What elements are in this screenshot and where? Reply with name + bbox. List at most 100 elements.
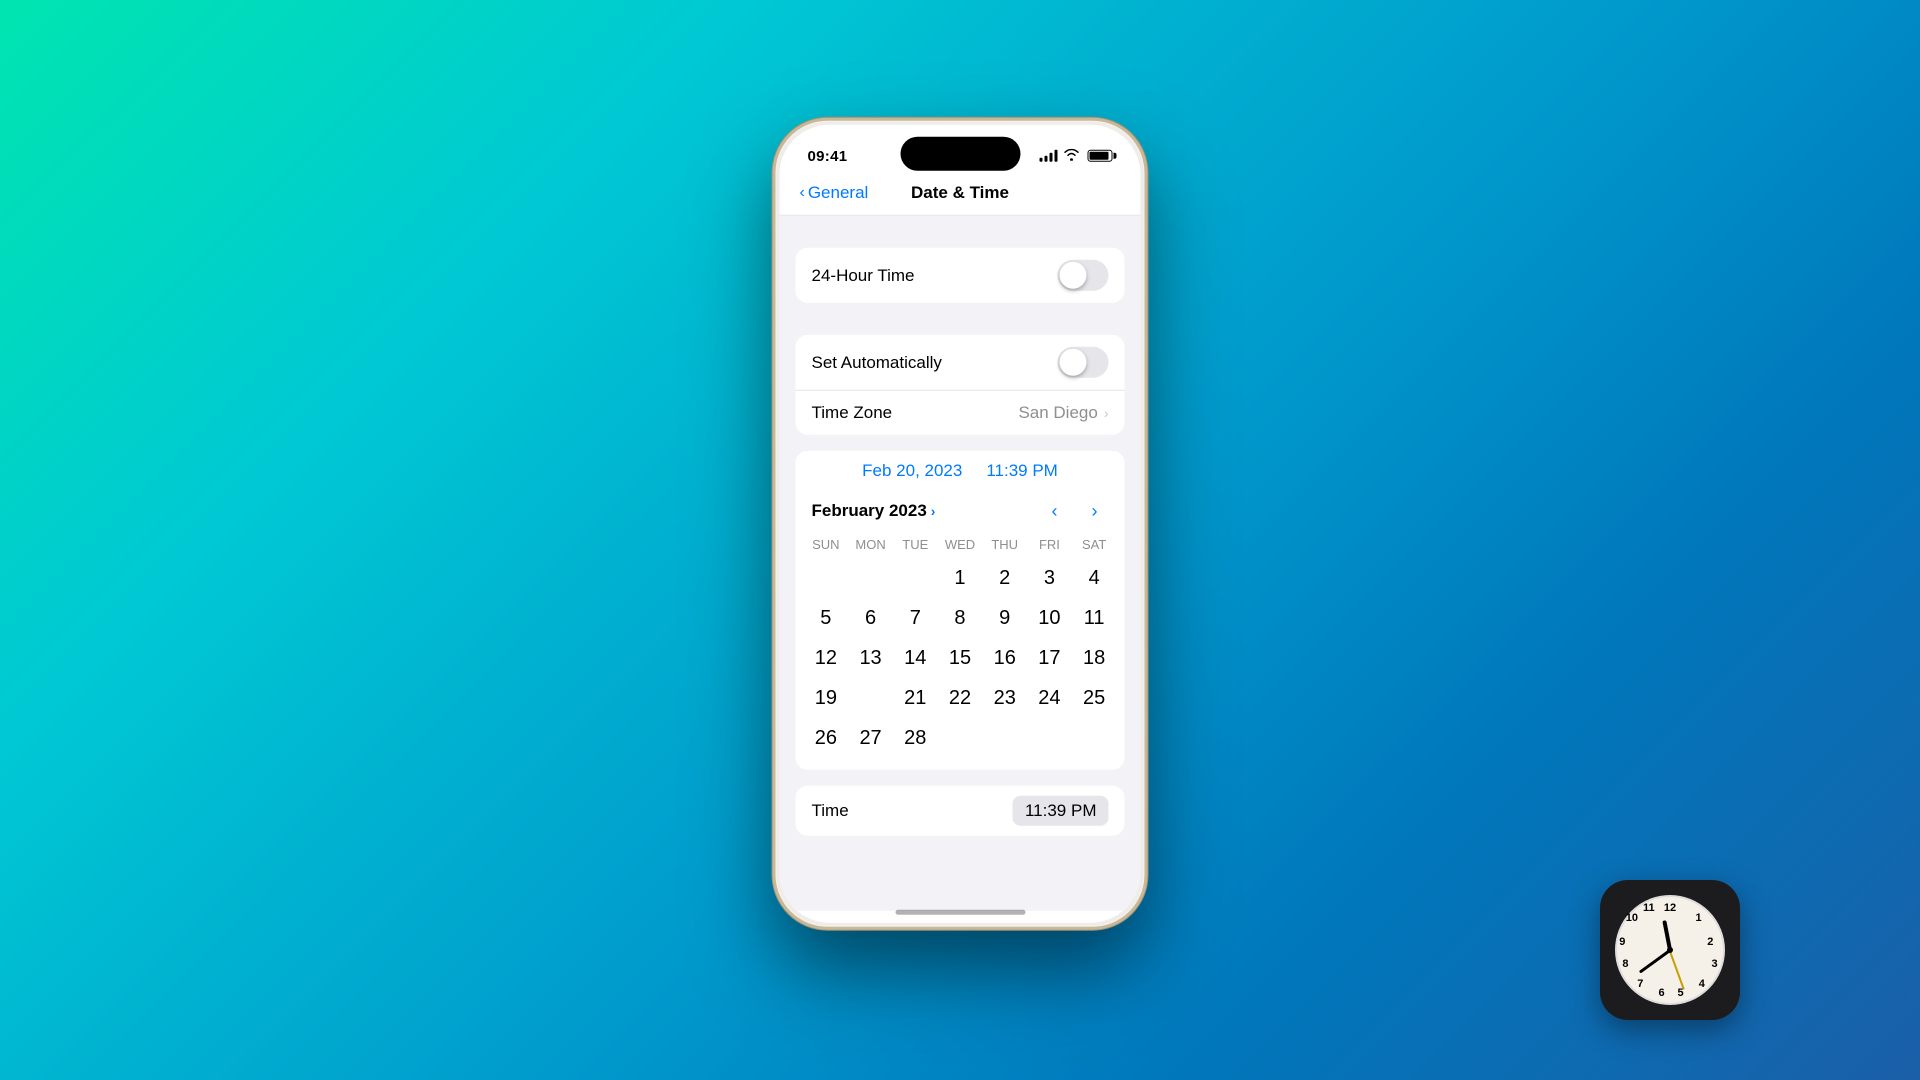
set-auto-toggle-thumb (1060, 349, 1087, 376)
calendar-day-7[interactable]: 7 (893, 598, 938, 638)
dynamic-island (900, 137, 1020, 171)
calendar-day-12[interactable]: 12 (804, 638, 849, 678)
set-auto-label: Set Automatically (812, 352, 942, 372)
time-section: Time 11:39 PM (796, 786, 1125, 836)
timezone-value-group: San Diego › (1018, 403, 1108, 423)
hour24-toggle-thumb (1060, 262, 1087, 289)
datetime-row: Feb 20, 2023 11:39 PM (796, 451, 1125, 489)
timezone-value: San Diego (1018, 403, 1097, 423)
calendar-day-5[interactable]: 5 (804, 598, 849, 638)
signal-bar-1 (1040, 158, 1043, 162)
calendar-day-22[interactable]: 22 (938, 678, 983, 718)
battery-fill (1090, 152, 1109, 160)
calendar-day-16[interactable]: 16 (982, 638, 1027, 678)
calendar-header: February 2023 › ‹ › (812, 497, 1109, 525)
calendar-day-27[interactable]: 27 (848, 718, 893, 758)
set-auto-toggle[interactable] (1058, 347, 1109, 378)
calendar-prev-button[interactable]: ‹ (1041, 497, 1069, 525)
clock-num-12: 12 (1664, 902, 1676, 914)
timezone-chevron-icon: › (1104, 405, 1109, 421)
calendar-day-10[interactable]: 10 (1027, 598, 1072, 638)
calendar-day-8[interactable]: 8 (938, 598, 983, 638)
phone-screen: 09:41 (780, 125, 1141, 923)
calendar-day-4[interactable]: 4 (1072, 558, 1117, 598)
hour-hand (1662, 920, 1672, 950)
bottom-spacer (780, 852, 1141, 892)
clock-num-7: 7 (1637, 978, 1643, 990)
time-display[interactable]: 11:39 PM (986, 461, 1058, 481)
calendar-day-empty-31 (938, 718, 983, 758)
clock-num-8: 8 (1622, 958, 1628, 970)
status-icons (1040, 148, 1113, 163)
signal-bars (1040, 150, 1058, 162)
calendar-day-13[interactable]: 13 (848, 638, 893, 678)
signal-bar-4 (1055, 150, 1058, 162)
calendar-day-empty-1 (848, 558, 893, 598)
timezone-row[interactable]: Time Zone San Diego › (796, 390, 1125, 435)
calendar-grid-wrapper: SUN MON TUE WED THU FRI SAT 123456789101… (796, 535, 1125, 770)
calendar-day-14[interactable]: 14 (893, 638, 938, 678)
weekday-sat: SAT (1072, 535, 1117, 554)
gap-4 (780, 770, 1141, 786)
clock-face: 12 1 2 3 4 5 6 7 8 9 10 11 (1615, 895, 1725, 1005)
auto-timezone-section: Set Automatically Time Zone San Diego › (796, 335, 1125, 435)
calendar-day-6[interactable]: 6 (848, 598, 893, 638)
calendar-day-empty-34 (1072, 718, 1117, 758)
calendar-day-empty-33 (1027, 718, 1072, 758)
hour24-toggle[interactable] (1058, 260, 1109, 291)
calendar-day-17[interactable]: 17 (1027, 638, 1072, 678)
date-display[interactable]: Feb 20, 2023 (862, 461, 962, 481)
nav-bar: ‹ General Date & Time (780, 175, 1141, 216)
clock-num-2: 2 (1707, 936, 1713, 948)
page-title: Date & Time (911, 183, 1009, 203)
calendar-day-19[interactable]: 19 (804, 678, 849, 718)
weekday-fri: FRI (1027, 535, 1072, 554)
weekday-wed: WED (938, 535, 983, 554)
back-button[interactable]: ‹ General (800, 183, 869, 203)
calendar-day-24[interactable]: 24 (1027, 678, 1072, 718)
calendar-day-20[interactable]: 20 (848, 678, 893, 718)
calendar-day-empty-32 (982, 718, 1027, 758)
calendar-days: 1234567891011121314151617181920212223242… (804, 558, 1117, 758)
back-label: General (808, 183, 868, 203)
calendar-day-26[interactable]: 26 (804, 718, 849, 758)
hour24-row: 24-Hour Time (796, 248, 1125, 303)
clock-num-9: 9 (1619, 936, 1625, 948)
clock-num-4: 4 (1699, 978, 1705, 990)
calendar-day-2[interactable]: 2 (982, 558, 1027, 598)
clock-num-3: 3 (1711, 958, 1717, 970)
calendar-day-empty-2 (893, 558, 938, 598)
calendar-weekdays: SUN MON TUE WED THU FRI SAT (804, 535, 1117, 554)
calendar-day-25[interactable]: 25 (1072, 678, 1117, 718)
weekday-thu: THU (982, 535, 1027, 554)
signal-bar-2 (1045, 156, 1048, 162)
calendar-day-18[interactable]: 18 (1072, 638, 1117, 678)
wifi-icon (1064, 148, 1080, 163)
calendar-month-label: February 2023 (812, 501, 927, 521)
signal-bar-3 (1050, 153, 1053, 162)
calendar-day-23[interactable]: 23 (982, 678, 1027, 718)
time-picker-value: 11:39 PM (1025, 801, 1097, 820)
calendar-day-9[interactable]: 9 (982, 598, 1027, 638)
clock-num-6: 6 (1658, 987, 1664, 999)
calendar-month[interactable]: February 2023 › (812, 501, 936, 521)
calendar-day-11[interactable]: 11 (1072, 598, 1117, 638)
calendar-day-21[interactable]: 21 (893, 678, 938, 718)
minute-hand (1638, 949, 1671, 974)
time-picker[interactable]: 11:39 PM (1013, 796, 1109, 826)
gap-3 (780, 435, 1141, 451)
status-time: 09:41 (808, 147, 848, 164)
calendar-next-button[interactable]: › (1081, 497, 1109, 525)
hour24-section: 24-Hour Time (796, 248, 1125, 303)
calendar-day-28[interactable]: 28 (893, 718, 938, 758)
calendar-header-wrapper: February 2023 › ‹ › (796, 489, 1125, 525)
second-hand (1669, 950, 1685, 990)
weekday-mon: MON (848, 535, 893, 554)
clock-num-1: 1 (1696, 912, 1702, 924)
calendar-day-3[interactable]: 3 (1027, 558, 1072, 598)
calendar-day-15[interactable]: 15 (938, 638, 983, 678)
status-bar: 09:41 (780, 125, 1141, 175)
clock-num-10: 10 (1626, 912, 1638, 924)
clock-center (1667, 947, 1673, 953)
calendar-day-1[interactable]: 1 (938, 558, 983, 598)
